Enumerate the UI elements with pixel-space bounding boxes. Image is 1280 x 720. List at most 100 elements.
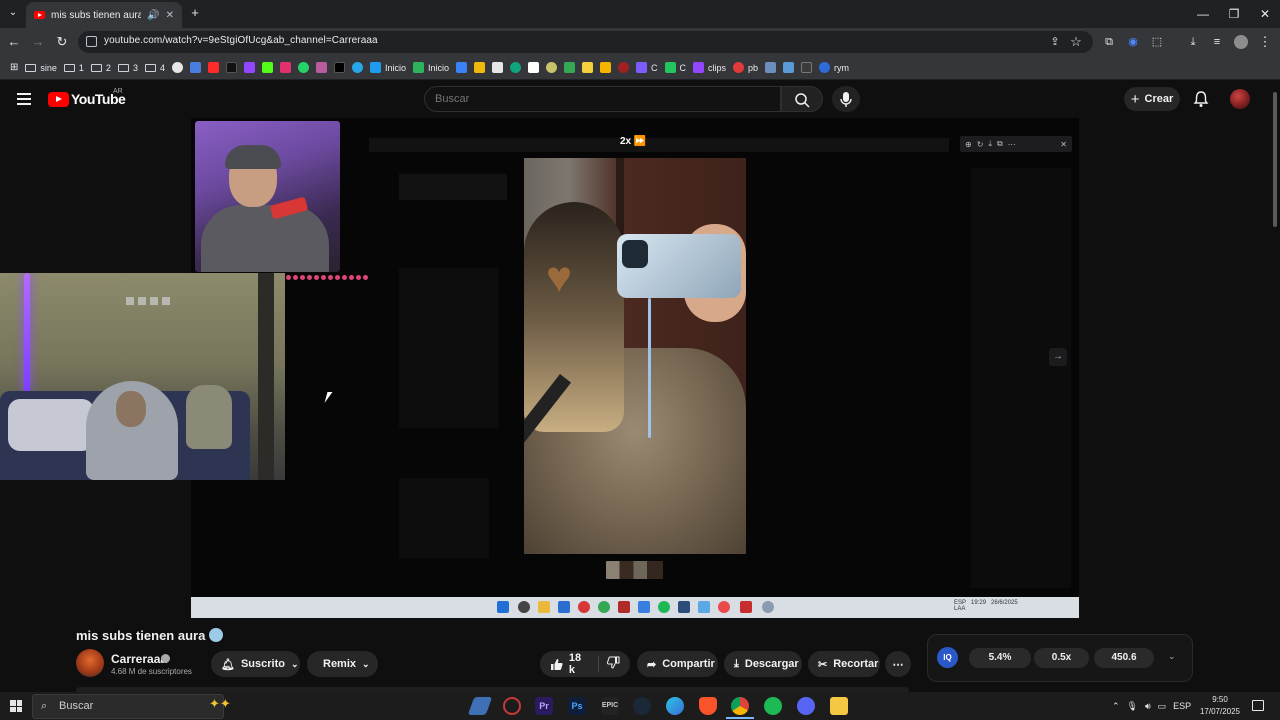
reload-icon[interactable]: ↻	[53, 33, 71, 51]
language-indicator[interactable]: ESP	[1173, 701, 1191, 711]
steam-icon[interactable]	[633, 697, 651, 715]
tiktok-favicon-icon[interactable]	[225, 62, 237, 73]
bookmark-c-2[interactable]: C	[664, 62, 686, 73]
epic-games-icon[interactable]: EPIC	[601, 697, 619, 715]
notifications-bell-icon[interactable]	[1193, 90, 1209, 113]
instagram-favicon-icon[interactable]	[279, 62, 291, 73]
premiere-icon[interactable]: Pr	[535, 697, 553, 715]
translate-extension-icon[interactable]: ⧉	[1100, 33, 1118, 51]
remix-button[interactable]: Remix ⌄	[307, 651, 378, 677]
menu-hamburger-icon[interactable]	[17, 93, 31, 105]
bookmark-favicon-icon[interactable]	[546, 62, 557, 73]
app-icon[interactable]	[503, 697, 521, 715]
chevron-down-icon[interactable]: ⌄	[1168, 651, 1176, 662]
x-favicon-icon[interactable]	[333, 62, 345, 73]
edge-icon[interactable]	[666, 697, 684, 715]
chatgpt-favicon-icon[interactable]	[510, 62, 521, 73]
address-bar[interactable]: youtube.com/watch?v=9eStgiOfUcg&ab_chann…	[78, 31, 1093, 53]
bookmark-favicon-icon[interactable]	[618, 62, 629, 73]
bookmark-favicon-icon[interactable]	[456, 62, 467, 73]
binance-favicon-icon[interactable]	[474, 62, 485, 73]
volume-icon[interactable]: 🔊︎	[1145, 701, 1151, 712]
bookmark-favicon-icon[interactable]	[492, 62, 503, 73]
bookmark-favicon-icon[interactable]	[582, 62, 593, 73]
tab-close-icon[interactable]: ✕	[166, 10, 174, 21]
tab-search-icon[interactable]: ⌄	[4, 4, 22, 22]
minimize-button[interactable]: —	[1188, 4, 1218, 24]
reading-list-icon[interactable]: ≡	[1208, 33, 1226, 51]
notifications-icon[interactable]	[1252, 700, 1264, 711]
bookmark-folder-sine[interactable]: sine	[25, 63, 57, 73]
bookmark-favicon-icon[interactable]	[783, 62, 795, 73]
bookmark-favicon-icon[interactable]	[765, 62, 777, 73]
bookmark-favicon-icon[interactable]	[564, 62, 575, 73]
share-button[interactable]: ➦ Compartir	[637, 651, 718, 677]
bookmark-favicon-icon[interactable]	[528, 62, 539, 73]
twitch-favicon-icon[interactable]	[243, 62, 255, 73]
github-favicon-icon[interactable]	[171, 62, 183, 73]
bookmark-favicon-icon[interactable]	[600, 62, 611, 73]
close-window-button[interactable]: ✕	[1250, 4, 1280, 24]
voice-search-button[interactable]	[832, 86, 860, 112]
like-button[interactable]: 18 k	[550, 652, 590, 676]
scrollbar-thumb[interactable]	[1273, 92, 1277, 227]
bookmark-clips[interactable]: clips	[693, 62, 726, 73]
subscribed-button[interactable]: 🔔︎ Suscrito ⌄	[211, 651, 300, 677]
browser-menu-icon[interactable]: ⋮	[1256, 33, 1274, 51]
taskbar-search[interactable]: ⌕ Buscar ✦✦	[32, 694, 231, 719]
url-text[interactable]: youtube.com/watch?v=9eStgiOfUcg&ab_chann…	[104, 35, 378, 46]
account-avatar[interactable]	[1230, 89, 1250, 109]
brave-icon[interactable]	[699, 697, 717, 715]
bookmark-inicio-1[interactable]: Inicio	[369, 62, 406, 73]
site-info-icon[interactable]	[86, 36, 97, 47]
rotate-icon[interactable]: ↻	[977, 140, 984, 149]
create-button[interactable]: + Crear	[1124, 87, 1180, 111]
chrome-icon[interactable]	[726, 697, 754, 719]
bookmark-star-icon[interactable]: ☆	[1067, 33, 1085, 51]
youtube-bookmark-icon[interactable]	[207, 62, 219, 73]
windows-start-button[interactable]	[10, 700, 22, 712]
bookmark-inicio-2[interactable]: Inicio	[412, 62, 449, 73]
bookmark-favicon-icon[interactable]	[801, 62, 813, 73]
photo-thumbnails[interactable]	[606, 561, 663, 579]
search-button[interactable]	[781, 86, 823, 112]
bookmark-folder-4[interactable]: 4	[144, 63, 165, 73]
bookmark-rym[interactable]: rym	[819, 62, 849, 73]
bookmark-folder-3[interactable]: 3	[117, 63, 138, 73]
zoom-icon[interactable]: ⊕	[965, 140, 972, 149]
channel-name[interactable]: Carreraaa	[111, 652, 167, 666]
open-icon[interactable]: ⧉	[997, 139, 1003, 149]
photoshop-icon[interactable]: Ps	[568, 697, 586, 715]
clip-button[interactable]: ✂ Recortar	[808, 651, 880, 677]
kick-favicon-icon[interactable]	[261, 62, 273, 73]
gmail-favicon-icon[interactable]	[315, 62, 327, 73]
more-actions-button[interactable]: ⋯	[885, 651, 911, 677]
page-scrollbar[interactable]	[1272, 82, 1278, 692]
dislike-button[interactable]	[606, 656, 620, 672]
tab-audio-icon[interactable]: 🔊	[147, 10, 159, 21]
new-tab-icon[interactable]: +	[186, 4, 204, 22]
download-button[interactable]: ⤓ Descargar	[724, 651, 802, 677]
more-icon[interactable]: ⋯	[1008, 140, 1016, 149]
bookmark-c-1[interactable]: C	[636, 62, 658, 73]
apps-grid-icon[interactable]: ⊞	[10, 62, 18, 73]
youtube-logo-icon[interactable]	[48, 92, 69, 107]
search-input[interactable]	[424, 86, 781, 112]
extensions-puzzle-icon[interactable]: ⬚	[1148, 33, 1166, 51]
install-app-icon[interactable]: ⇪	[1046, 33, 1064, 51]
microphone-icon[interactable]: 🎙︎	[1127, 701, 1138, 712]
display-icon[interactable]: ▭	[1158, 701, 1167, 712]
bookmark-folder-2[interactable]: 2	[90, 63, 111, 73]
extension-icon[interactable]: ◉	[1124, 33, 1142, 51]
discord-icon[interactable]	[797, 697, 815, 715]
file-explorer-icon[interactable]	[830, 697, 848, 715]
channel-avatar[interactable]	[76, 649, 104, 677]
download-icon[interactable]: ⤓	[988, 139, 992, 149]
back-icon[interactable]: ←	[5, 33, 23, 51]
forward-icon[interactable]: →	[29, 33, 47, 51]
profile-avatar-icon[interactable]	[1232, 33, 1250, 51]
tab-active[interactable]: mis subs tienen aura 🥶 - Y 🔊 ✕	[26, 2, 182, 28]
whatsapp-favicon-icon[interactable]	[297, 62, 309, 73]
restore-button[interactable]: ❐	[1219, 4, 1249, 24]
downloads-icon[interactable]: ⤓	[1184, 33, 1202, 51]
